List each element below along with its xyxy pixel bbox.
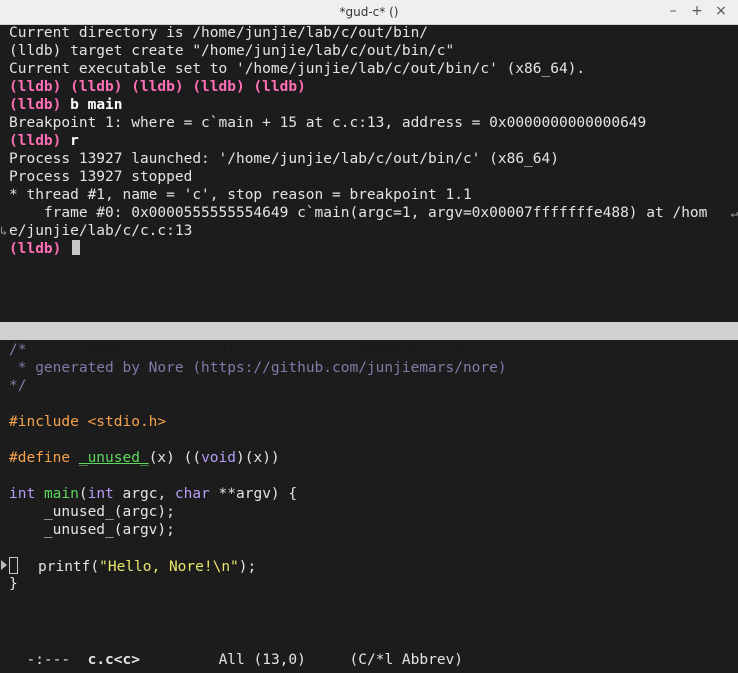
code-line: #include <stdio.h> <box>0 413 738 431</box>
code-text: ); <box>238 559 257 575</box>
type-keyword: int <box>87 486 114 502</box>
code-line: } <box>9 576 18 592</box>
gud-line: Breakpoint 1: where = c`main + 15 at c.c… <box>9 115 647 131</box>
lldb-prompt: (lldb) <box>9 241 62 257</box>
code-text: ( <box>78 486 88 502</box>
lldb-prompt: (lldb) <box>9 97 62 113</box>
lldb-prompts: (lldb) (lldb) (lldb) (lldb) (lldb) <box>9 79 306 95</box>
gud-line: * thread #1, name = 'c', stop reason = b… <box>9 187 472 203</box>
close-button[interactable]: × <box>714 3 728 19</box>
gud-line: Process 13927 launched: '/home/junjie/la… <box>9 151 559 167</box>
maximize-button[interactable]: + <box>690 3 704 19</box>
code-text: )(x)) <box>236 450 280 466</box>
minimize-button[interactable]: – <box>666 3 680 19</box>
code-line: _unused_(argv); <box>9 522 175 538</box>
code-line-current: printf("Hello, Nore!\n"); <box>0 557 738 575</box>
source-modeline[interactable]: -:--- c.c<c> All (13,0) (C/*l Abbrev) <box>0 633 738 668</box>
window-title: *gud-c* () <box>339 5 399 19</box>
modeline-buffer-name: c.c<c> <box>87 652 140 668</box>
gud-line: (lldb) target create "/home/junjie/lab/c… <box>9 43 455 59</box>
type-keyword: char <box>174 486 210 502</box>
type-keyword: void <box>201 450 236 466</box>
gud-line-text: frame #0: 0x0000555555554649 c`main(argc… <box>9 205 708 221</box>
gud-line: Current executable set to '/home/junjie/… <box>9 61 586 77</box>
code-line: #define _unused_(x) ((void)(x)) <box>0 449 738 467</box>
code-line: _unused_(argc); <box>9 504 175 520</box>
code-line: int main(int argc, char **argv) { <box>0 485 738 503</box>
text-cursor <box>72 240 81 255</box>
code-text: **argv) { <box>209 486 298 502</box>
wrap-continue-icon: ↳ <box>0 224 8 238</box>
source-pane[interactable]: /* * generated by Nore (https://github.c… <box>0 341 738 631</box>
gud-line-continued: ↳ e/junjie/lab/c/c.c:13 <box>0 222 738 240</box>
modeline-status: -:--- <box>26 652 71 668</box>
gud-input-line[interactable]: (lldb) <box>0 240 738 258</box>
comment-text: * generated by Nore <box>9 360 193 376</box>
lldb-command: r <box>70 133 79 149</box>
code-text: argc, <box>113 486 175 502</box>
gud-line-cmd: (lldb) b main <box>0 96 738 114</box>
code-text: (x) (( <box>148 450 202 466</box>
gud-line-wrapped: frame #0: 0x0000555555554649 c`main(argc… <box>0 204 738 222</box>
code-text: printf( <box>38 559 100 575</box>
lldb-command: b main <box>70 97 123 113</box>
box-cursor <box>9 557 18 574</box>
code-line: /* <box>9 342 27 358</box>
gud-line-cmd: (lldb) r <box>0 132 738 150</box>
comment-url[interactable]: (https://github.com/junjiemars/nore) <box>192 360 506 376</box>
window-controls: – + × <box>666 3 728 19</box>
string-literal: "Hello, Nore!\n" <box>99 559 239 575</box>
wrap-arrow-icon: ↵ <box>730 206 738 220</box>
preprocessor-keyword: #include <box>9 414 79 430</box>
code-line: * generated by Nore (https://github.com/… <box>0 359 738 377</box>
gud-line: Process 13927 stopped <box>9 169 193 185</box>
code-line: */ <box>9 378 27 394</box>
modeline-mode: (C/*l Abbrev) <box>349 652 464 668</box>
gud-line: Current directory is /home/junjie/lab/c/… <box>9 25 429 41</box>
gud-line-text: e/junjie/lab/c/c.c:13 <box>9 223 193 239</box>
include-file: <stdio.h> <box>87 414 167 430</box>
macro-name: _unused_ <box>78 450 149 466</box>
gud-modeline[interactable]: U:**- *gud-c* All (12,7) (Debugger:run) <box>0 322 738 357</box>
breakpoint-arrow-icon <box>1 560 7 570</box>
window-titlebar: *gud-c* () – + × <box>0 0 738 25</box>
type-keyword: int <box>9 486 36 502</box>
lldb-prompt: (lldb) <box>9 133 62 149</box>
gud-line-prompts: (lldb) (lldb) (lldb) (lldb) (lldb) <box>0 78 738 96</box>
preprocessor-keyword: #define <box>9 450 71 466</box>
modeline-position: All (13,0) <box>218 652 306 668</box>
function-name: main <box>43 486 79 502</box>
gud-pane[interactable]: Current directory is /home/junjie/lab/c/… <box>0 24 738 322</box>
